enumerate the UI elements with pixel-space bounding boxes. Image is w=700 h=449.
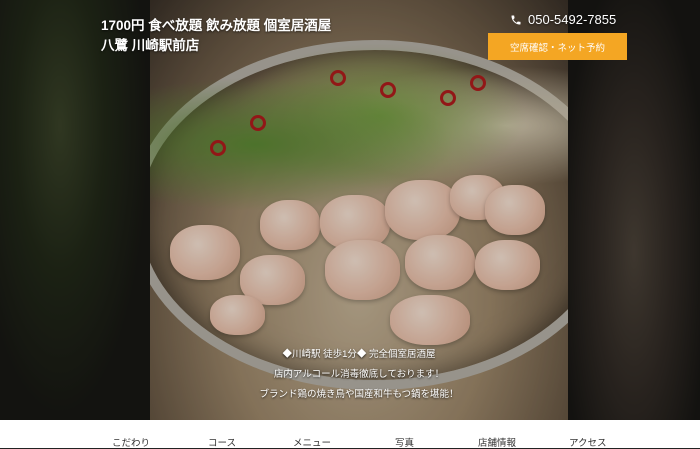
hero-caption-3: ブランド鶏の焼き鳥や国産和牛もつ鍋を堪能！ — [259, 389, 459, 400]
phone-link[interactable]: 050-5492-7855 — [510, 12, 616, 27]
hero-background-left — [0, 0, 150, 420]
main-nav: こだわり コース メニュー 写真 店舗情報 アクセス — [0, 420, 700, 449]
store-title-line1: 1700円 食べ放題 飲み放題 個室居酒屋 — [101, 18, 332, 33]
nav-item-course[interactable]: コース — [208, 435, 236, 449]
nav-item-access[interactable]: アクセス — [569, 435, 607, 449]
nav-item-menu[interactable]: メニュー — [293, 435, 331, 449]
hero-background-right — [568, 0, 700, 420]
nav-item-store-info[interactable]: 店舗情報 — [478, 435, 516, 449]
hero-caption-2: 店内アルコール消毒徹底しております！ — [273, 369, 445, 380]
reserve-button[interactable]: 空席確認・ネット予約 — [488, 33, 627, 60]
phone-number: 050-5492-7855 — [528, 12, 617, 27]
nav-item-kodawari[interactable]: こだわり — [112, 435, 150, 449]
nav-item-photo[interactable]: 写真 — [395, 435, 414, 449]
store-title-line2: 八鷺 川崎駅前店 — [101, 38, 200, 53]
hero-caption-1: ◆川崎駅 徒歩1分◆ 完全個室居酒屋 — [282, 349, 436, 360]
phone-icon — [511, 15, 521, 24]
hero-section: 1700円 食べ放題 飲み放題 個室居酒屋 八鷺 川崎駅前店 050-5492-… — [0, 0, 700, 420]
store-title: 1700円 食べ放題 飲み放題 個室居酒屋 八鷺 川崎駅前店 — [101, 16, 331, 56]
